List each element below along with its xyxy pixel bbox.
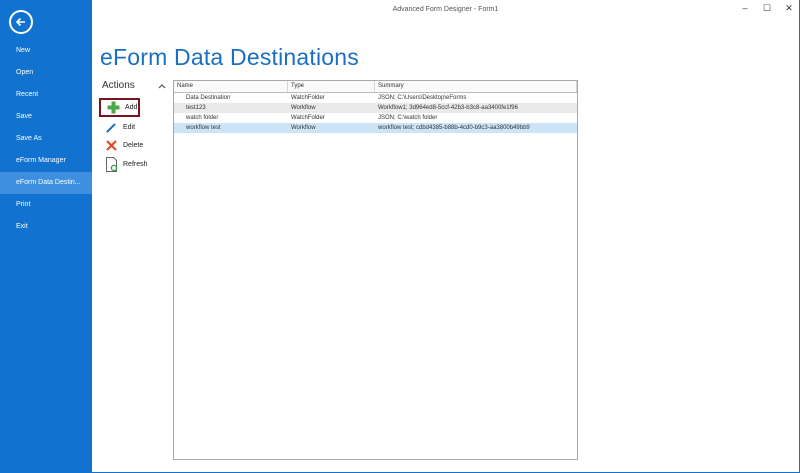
- table-row[interactable]: test123 Workflow Workflow1; 3d964ed8-5cc…: [174, 103, 577, 113]
- delete-label: Delete: [123, 141, 144, 149]
- back-arrow-icon[interactable]: [9, 10, 33, 34]
- close-icon[interactable]: ✕: [783, 3, 795, 14]
- window-controls: – ☐ ✕: [739, 3, 795, 14]
- cell-summary: JSON; C:\watch folder: [378, 115, 438, 121]
- table-row[interactable]: watch folder WatchFolder JSON; C:\watch …: [174, 113, 577, 123]
- table-row[interactable]: Data Destination WatchFolder JSON; C:\Us…: [174, 93, 577, 103]
- add-button[interactable]: Add: [99, 98, 140, 117]
- refresh-doc-icon: [104, 156, 118, 172]
- sidebar-item-open[interactable]: Open: [0, 62, 92, 84]
- refresh-label: Refresh: [123, 160, 148, 168]
- cell-name: workflow test: [186, 125, 221, 131]
- chevron-up-icon[interactable]: [158, 81, 166, 91]
- sidebar-item-save-as[interactable]: Save As: [0, 128, 92, 150]
- title-bar: Advanced Form Designer - Form1 – ☐ ✕: [92, 0, 799, 20]
- plus-icon: [106, 101, 120, 115]
- cell-type: WatchFolder: [291, 115, 325, 121]
- backstage-sidebar: New Open Recent Save Save As eForm Manag…: [0, 0, 92, 473]
- sidebar-item-save[interactable]: Save: [0, 106, 92, 128]
- sidebar-item-recent[interactable]: Recent: [0, 84, 92, 106]
- add-label: Add: [125, 104, 138, 111]
- minimize-icon[interactable]: –: [739, 3, 751, 14]
- maximize-icon[interactable]: ☐: [761, 3, 773, 14]
- cell-type: Workflow: [291, 105, 316, 111]
- edit-button[interactable]: Edit: [104, 118, 164, 136]
- sidebar-item-eform-data-destinations[interactable]: eForm Data Destin...: [0, 172, 92, 194]
- cell-type: Workflow: [291, 125, 316, 131]
- cell-name: Data Destination: [186, 95, 231, 101]
- main-content: Advanced Form Designer - Form1 – ☐ ✕ eFo…: [92, 0, 800, 473]
- cell-name: test123: [186, 105, 206, 111]
- window-title: Advanced Form Designer - Form1: [392, 6, 499, 13]
- grid-header: Name Type Summary: [174, 81, 577, 93]
- refresh-button[interactable]: Refresh: [104, 155, 164, 173]
- cell-summary: Workflow1; 3d964ed8-5ccf-42b3-b3c8-aa340…: [378, 105, 518, 111]
- cell-type: WatchFolder: [291, 95, 325, 101]
- sidebar-item-eform-manager[interactable]: eForm Manager: [0, 150, 92, 172]
- x-delete-icon: [104, 138, 118, 152]
- sidebar-item-exit[interactable]: Exit: [0, 216, 92, 238]
- table-row-selected[interactable]: workflow test Workflow workflow test; cd…: [174, 123, 577, 133]
- actions-header: Actions: [102, 80, 135, 91]
- sidebar-item-new[interactable]: New: [0, 40, 92, 62]
- destinations-grid: Name Type Summary Data Destination Watch…: [173, 80, 578, 460]
- sidebar-nav: New Open Recent Save Save As eForm Manag…: [0, 40, 92, 238]
- sidebar-item-print[interactable]: Print: [0, 194, 92, 216]
- column-header-name[interactable]: Name: [174, 81, 288, 92]
- cell-summary: workflow test; cdbd4385-b88b-4cd0-b9c3-a…: [378, 125, 530, 131]
- cell-name: watch folder: [186, 115, 219, 121]
- column-header-summary[interactable]: Summary: [375, 81, 577, 92]
- pencil-icon: [104, 120, 118, 134]
- edit-label: Edit: [123, 123, 136, 131]
- page-title: eForm Data Destinations: [100, 44, 359, 70]
- cell-summary: JSON; C:\Users\Desktop\eForms: [378, 95, 467, 101]
- column-header-type[interactable]: Type: [288, 81, 375, 92]
- delete-button[interactable]: Delete: [104, 136, 164, 154]
